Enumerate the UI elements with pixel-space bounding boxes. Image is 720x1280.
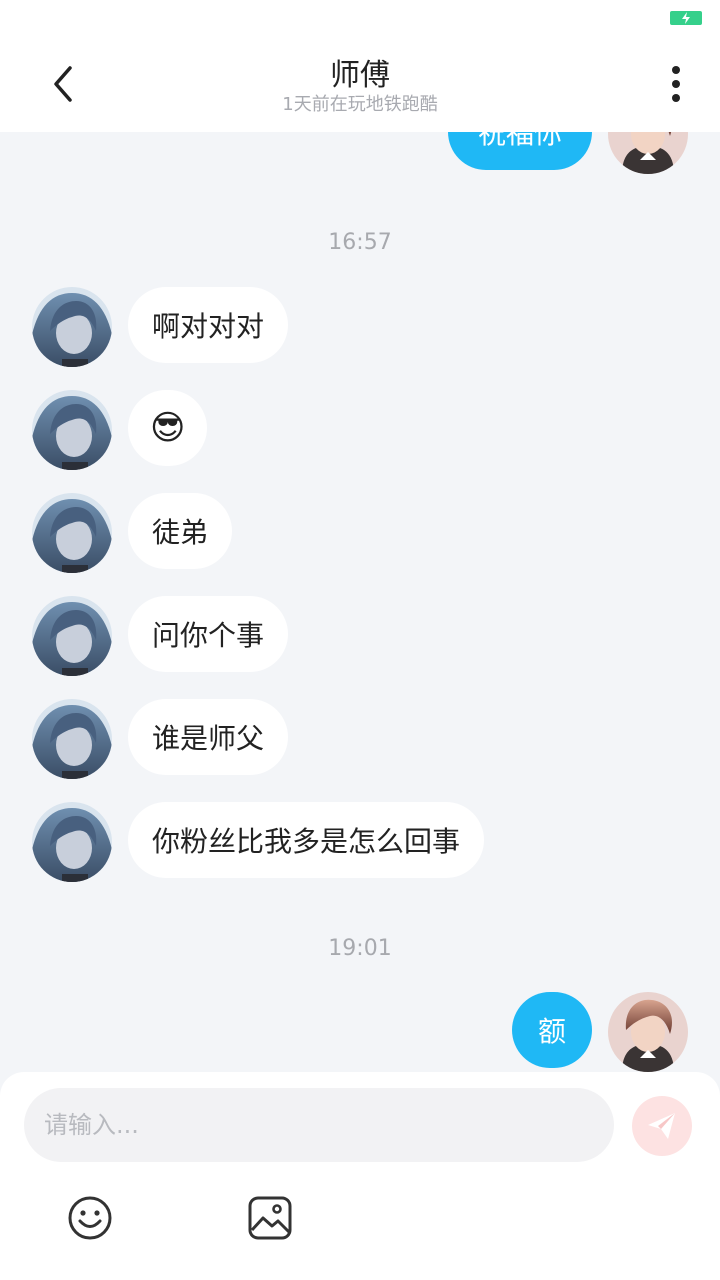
- contact-avatar[interactable]: [32, 390, 112, 470]
- contact-avatar[interactable]: [32, 493, 112, 573]
- contact-avatar[interactable]: [32, 699, 112, 779]
- message-bubble-received[interactable]: 徒弟: [128, 493, 233, 569]
- message-bubble-received[interactable]: 问你个事: [128, 596, 289, 672]
- message-text: 问你个事: [152, 619, 265, 652]
- battery-charging-icon: [670, 11, 702, 25]
- paper-plane-icon: [648, 1113, 675, 1139]
- timestamp: 19:01: [328, 936, 392, 961]
- my-avatar[interactable]: [608, 132, 688, 174]
- message-text: 谁是师父: [152, 722, 265, 755]
- more-vertical-icon: [672, 66, 680, 102]
- contact-avatar[interactable]: [32, 596, 112, 676]
- timestamp: 16:57: [328, 230, 392, 255]
- message-bubble-received[interactable]: 😎: [128, 390, 208, 466]
- send-button[interactable]: [632, 1096, 692, 1156]
- message-bubble-sent[interactable]: 祝福你: [448, 132, 592, 170]
- message-text: 祝福你: [477, 132, 562, 150]
- status-bar: [0, 0, 720, 36]
- message-list[interactable]: 祝福你 16:57 啊对对对 😎 徒弟 问你个事 谁是师父 你粉丝比我多是怎么回…: [0, 132, 720, 1072]
- image-icon: [248, 1196, 292, 1240]
- message-text: 额: [537, 1015, 566, 1048]
- contact-avatar[interactable]: [32, 802, 112, 882]
- emoji-button[interactable]: [66, 1194, 114, 1242]
- message-bubble-sent[interactable]: 额: [512, 992, 592, 1068]
- message-text: 徒弟: [152, 516, 209, 549]
- my-avatar[interactable]: [608, 992, 688, 1072]
- message-input[interactable]: [24, 1088, 614, 1162]
- contact-name: 师傅: [330, 58, 390, 93]
- message-text: 啊对对对: [152, 310, 265, 343]
- message-bubble-received[interactable]: 你粉丝比我多是怎么回事: [128, 802, 485, 878]
- message-bubble-received[interactable]: 谁是师父: [128, 699, 289, 775]
- message-text: 你粉丝比我多是怎么回事: [152, 825, 461, 858]
- chat-header: 师傅 1天前在玩地铁跑酷: [0, 36, 720, 132]
- composer: [0, 1072, 720, 1280]
- contact-avatar[interactable]: [32, 287, 112, 367]
- more-button[interactable]: [648, 60, 696, 108]
- smiley-icon: [68, 1196, 112, 1240]
- message-bubble-received[interactable]: 啊对对对: [128, 287, 289, 363]
- sunglasses-emoji: 😎: [150, 408, 186, 448]
- contact-status: 1天前在玩地铁跑酷: [282, 94, 438, 115]
- image-button[interactable]: [246, 1194, 294, 1242]
